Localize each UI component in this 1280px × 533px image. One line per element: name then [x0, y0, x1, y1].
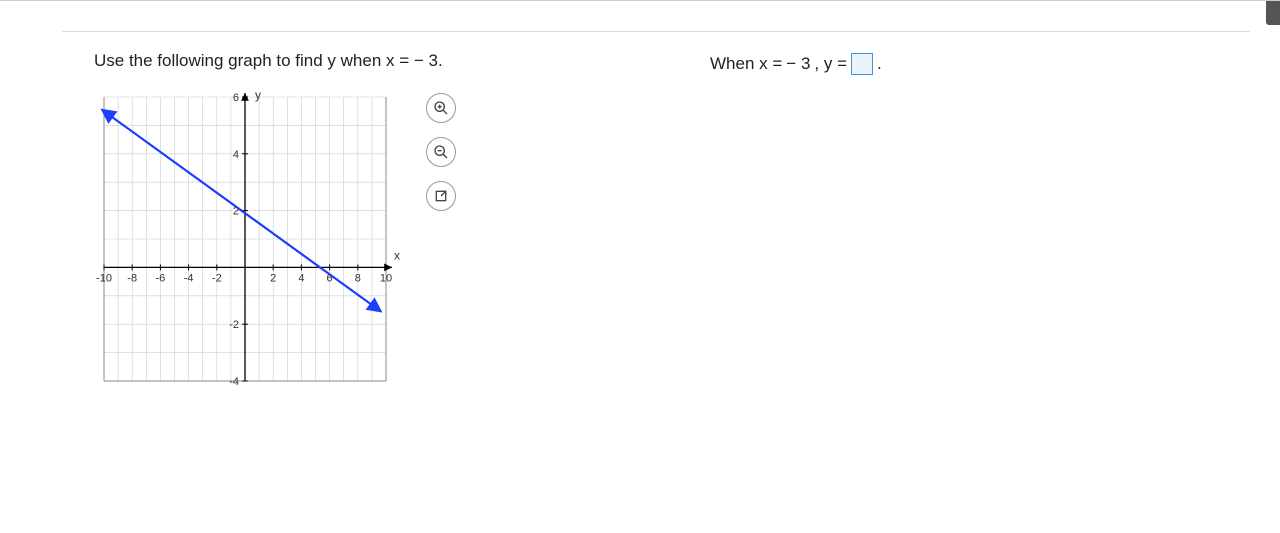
expand-icon	[433, 188, 449, 204]
svg-text:6: 6	[233, 92, 239, 104]
zoom-out-icon	[433, 144, 449, 160]
answer-mid: , y =	[814, 54, 847, 74]
svg-text:y: y	[255, 89, 261, 102]
answer-x: − 3	[786, 54, 810, 74]
svg-text:-4: -4	[229, 376, 239, 388]
expand-button[interactable]	[426, 181, 456, 211]
answer-line: When x = − 3, y = .	[710, 53, 882, 75]
svg-text:x: x	[394, 248, 400, 262]
answer-prefix: When x =	[710, 54, 782, 74]
zoom-in-button[interactable]	[426, 93, 456, 123]
svg-text:-2: -2	[229, 319, 239, 331]
zoom-in-icon	[433, 100, 449, 116]
prompt-suffix: .	[438, 51, 443, 70]
svg-text:-6: -6	[156, 272, 166, 284]
graph-tools	[426, 93, 456, 211]
svg-text:4: 4	[298, 272, 304, 284]
graph: -10-8-6-4-2246810-4-2246yx	[94, 89, 404, 389]
svg-text:-10: -10	[96, 272, 112, 284]
svg-text:-8: -8	[127, 272, 137, 284]
svg-text:10: 10	[380, 272, 392, 284]
prompt-prefix: Use the following graph to find y when x…	[94, 51, 414, 70]
chart-svg: -10-8-6-4-2246810-4-2246yx	[94, 89, 404, 389]
zoom-out-button[interactable]	[426, 137, 456, 167]
svg-text:8: 8	[355, 272, 361, 284]
svg-text:4: 4	[233, 149, 239, 161]
answer-input[interactable]	[851, 53, 873, 75]
svg-text:-2: -2	[212, 272, 222, 284]
answer-suffix: .	[877, 54, 882, 74]
svg-text:-4: -4	[184, 272, 194, 284]
prompt-x: − 3	[414, 51, 438, 70]
svg-text:2: 2	[270, 272, 276, 284]
question-prompt: Use the following graph to find y when x…	[94, 51, 694, 71]
divider	[62, 31, 1250, 32]
side-tab[interactable]	[1266, 1, 1280, 25]
